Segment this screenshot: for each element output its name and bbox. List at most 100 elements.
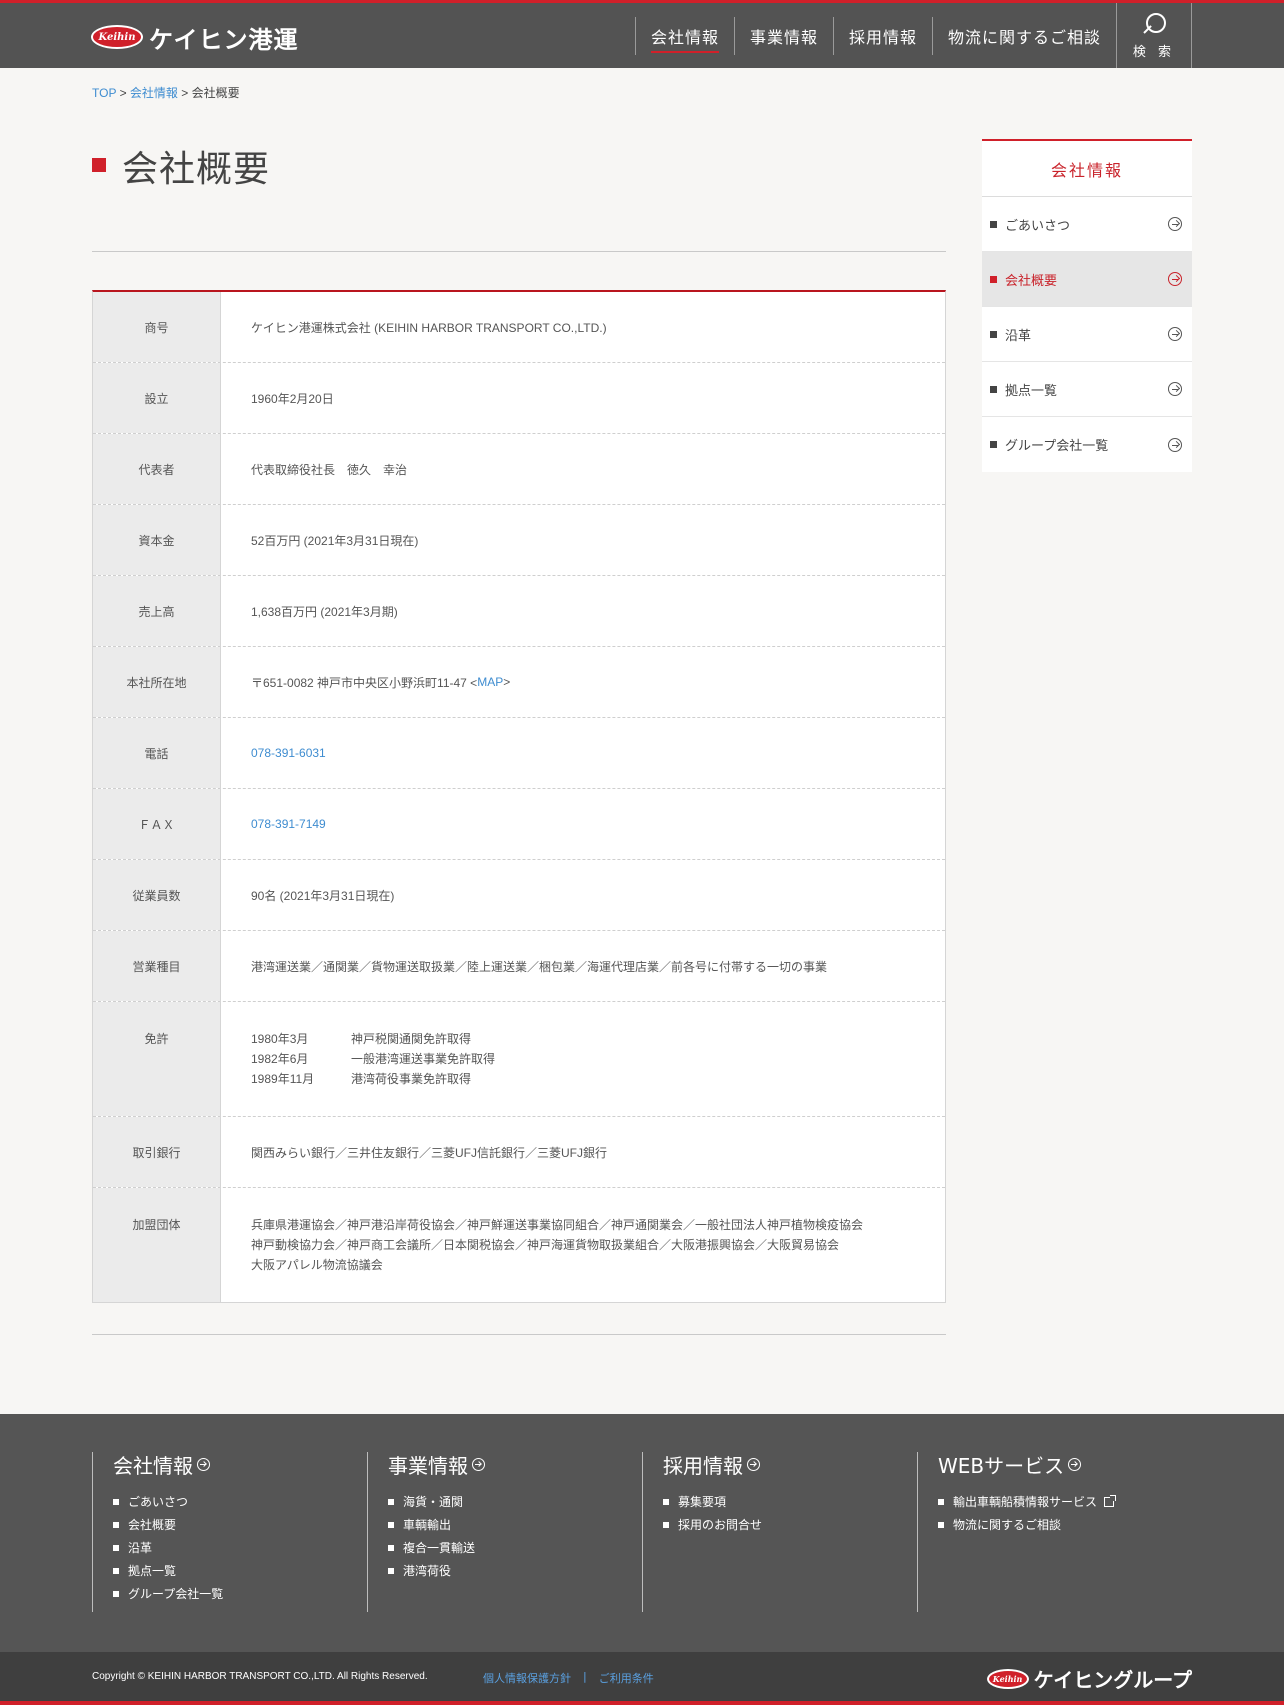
footer-link[interactable]: ごあいさつ <box>113 1490 367 1513</box>
table-row: 加盟団体 兵庫県港運協会／神戸港沿岸荷役協会／神戸鮮運送事業協同組合／神戸通関業… <box>93 1188 945 1302</box>
circle-arrow-icon <box>1168 217 1182 231</box>
side-item-group-companies[interactable]: グループ会社一覧 <box>982 417 1192 472</box>
logo-text: ケイヒン港運 <box>149 25 299 54</box>
row-label: 加盟団体 <box>93 1188 221 1302</box>
row-value: ケイヒン港運株式会社 (KEIHIN HARBOR TRANSPORT CO.,… <box>251 320 607 335</box>
footer-link-label: 輸出車輌船積情報サービス <box>953 1495 1098 1509</box>
footer-link-label: 海貨・通関 <box>403 1495 464 1509</box>
row-value: 関西みらい銀行／三井住友銀行／三菱UFJ信託銀行／三菱UFJ銀行 <box>251 1145 607 1160</box>
breadcrumb-company-info[interactable]: 会社情報 <box>130 86 178 100</box>
table-row: 商号 ケイヒン港運株式会社 (KEIHIN HARBOR TRANSPORT C… <box>93 292 945 363</box>
footer-heading-label: 事業情報 <box>388 1453 468 1478</box>
group-logo-text: ケイヒングループ <box>1033 1668 1192 1692</box>
footer-link[interactable]: 拠点一覧 <box>113 1559 367 1582</box>
circle-arrow-icon <box>1168 272 1182 286</box>
row-label: 従業員数 <box>93 860 221 930</box>
row-label: 営業種目 <box>93 931 221 1001</box>
row-label: 電話 <box>93 718 221 788</box>
side-item-label: 拠点一覧 <box>1005 383 1058 399</box>
footer-link[interactable]: 輸出車輌船積情報サービス <box>938 1490 1192 1513</box>
footer-heading[interactable]: WEBサービス <box>938 1452 1192 1478</box>
footer-link[interactable]: グループ会社一覧 <box>113 1582 367 1605</box>
square-bullet-icon <box>388 1498 394 1505</box>
license-date: 1989年11月 <box>251 1072 315 1086</box>
square-bullet-icon <box>990 441 997 448</box>
group-logo[interactable]: Keihin ケイヒングループ <box>986 1664 1192 1693</box>
license-text: 神戸税関通関免許取得 <box>351 1032 472 1046</box>
side-item-label: 沿革 <box>1005 328 1032 344</box>
circle-arrow-icon <box>747 1457 760 1471</box>
footer-heading[interactable]: 事業情報 <box>388 1452 642 1478</box>
row-value: 078-391-6031 <box>221 718 945 788</box>
footer-link-label: 会社概要 <box>128 1518 177 1532</box>
membership-line: 兵庫県港運協会／神戸港沿岸荷役協会／神戸鮮運送事業協同組合／神戸通関業会／一般社… <box>251 1218 864 1232</box>
footer-heading-label: WEBサービス <box>938 1453 1065 1478</box>
table-row: 代表者 代表取締役社長 徳久 幸治 <box>93 434 945 505</box>
square-bullet-icon <box>113 1521 119 1528</box>
global-nav: 会社情報 事業情報 採用情報 物流に関するご相談 検 索 <box>634 3 1284 68</box>
footer-heading-label: 採用情報 <box>663 1453 743 1478</box>
footer-link[interactable]: 採用のお問合せ <box>663 1513 917 1536</box>
terms-link[interactable]: ご利用条件 <box>599 1670 654 1686</box>
footer-heading[interactable]: 会社情報 <box>113 1452 367 1478</box>
footer-bottom-bar: Copyright © KEIHIN HARBOR TRANSPORT CO.,… <box>0 1652 1284 1705</box>
footer-link[interactable]: 沿革 <box>113 1536 367 1559</box>
breadcrumb-top[interactable]: TOP <box>92 86 116 100</box>
square-bullet-icon <box>663 1521 669 1528</box>
footer-link[interactable]: 物流に関するご相談 <box>938 1513 1192 1536</box>
footer-link[interactable]: 会社概要 <box>113 1513 367 1536</box>
row-label: 本社所在地 <box>93 647 221 717</box>
footer-link[interactable]: 港湾荷役 <box>388 1559 642 1582</box>
divider-bottom <box>92 1334 946 1335</box>
side-item-greeting[interactable]: ごあいさつ <box>982 197 1192 252</box>
address-suffix: > <box>503 675 511 689</box>
license-date: 1982年6月 <box>251 1052 309 1066</box>
side-item-company-overview[interactable]: 会社概要 <box>982 252 1192 307</box>
divider-top <box>92 251 946 252</box>
gnav-recruit-info[interactable]: 採用情報 <box>832 16 932 55</box>
map-link[interactable]: MAP <box>477 675 503 689</box>
row-value: 港湾運送業／通関業／貨物運送取扱業／陸上運送業／梱包業／海運代理店業／前各号に付… <box>251 959 828 974</box>
row-value: 1960年2月20日 <box>251 391 334 406</box>
side-nav-heading[interactable]: 会社情報 <box>982 141 1192 197</box>
footer-link[interactable]: 車輌輸出 <box>388 1513 642 1536</box>
square-bullet-icon <box>938 1498 944 1505</box>
privacy-policy-link[interactable]: 個人情報保護方針 <box>483 1670 571 1686</box>
row-label: ＦＡＸ <box>93 789 221 859</box>
footer-link[interactable]: 複合一貫輸送 <box>388 1536 642 1559</box>
site-logo[interactable]: Keihin ケイヒン港運 <box>91 23 299 54</box>
external-link-icon <box>1104 1494 1117 1507</box>
table-row: 設立 1960年2月20日 <box>93 363 945 434</box>
square-bullet-icon <box>113 1544 119 1551</box>
gnav-logistics-consult[interactable]: 物流に関するご相談 <box>931 16 1116 55</box>
square-bullet-icon <box>990 330 997 338</box>
footer-heading[interactable]: 採用情報 <box>663 1452 917 1478</box>
table-row: 電話 078-391-6031 <box>93 718 945 789</box>
gnav-business-info[interactable]: 事業情報 <box>733 16 833 55</box>
breadcrumb-sep: > <box>116 86 130 100</box>
square-bullet-icon <box>990 220 997 228</box>
search-button[interactable]: 検 索 <box>1116 3 1192 68</box>
row-label: 免許 <box>93 1002 221 1116</box>
footer-link-label: 物流に関するご相談 <box>953 1518 1062 1532</box>
address-text: 〒651-0082 神戸市中央区小野浜町11-47 < <box>251 675 478 690</box>
footer-link[interactable]: 海貨・通関 <box>388 1490 642 1513</box>
row-label: 資本金 <box>93 505 221 575</box>
membership-line: 神戸動検協力会／神戸商工会議所／日本関税協会／神戸海運貨物取扱業組合／大阪港振興… <box>251 1238 840 1252</box>
fax-link[interactable]: 078-391-7149 <box>251 817 326 831</box>
page-title-block: 会社概要 <box>92 148 946 192</box>
side-item-locations[interactable]: 拠点一覧 <box>982 362 1192 417</box>
footer-link-label: 港湾荷役 <box>403 1564 452 1578</box>
footer-link[interactable]: 募集要項 <box>663 1490 917 1513</box>
company-info-table: 商号 ケイヒン港運株式会社 (KEIHIN HARBOR TRANSPORT C… <box>92 290 946 1303</box>
row-label: 取引銀行 <box>93 1117 221 1187</box>
license-item: 1989年11月 港湾荷役事業免許取得 <box>251 1069 945 1089</box>
side-item-history[interactable]: 沿革 <box>982 307 1192 362</box>
gnav-company-info[interactable]: 会社情報 <box>634 16 734 55</box>
table-row: 売上高 1,638百万円 (2021年3月期) <box>93 576 945 647</box>
circle-arrow-icon <box>472 1457 485 1471</box>
footer-col-web-service: WEBサービス 輸出車輌船積情報サービス 物流に関するご相談 <box>917 1452 1192 1612</box>
footer-policy-links: 個人情報保護方針 | ご利用条件 <box>483 1670 654 1686</box>
phone-link[interactable]: 078-391-6031 <box>251 746 326 760</box>
footer-link-label: 沿革 <box>128 1541 153 1555</box>
